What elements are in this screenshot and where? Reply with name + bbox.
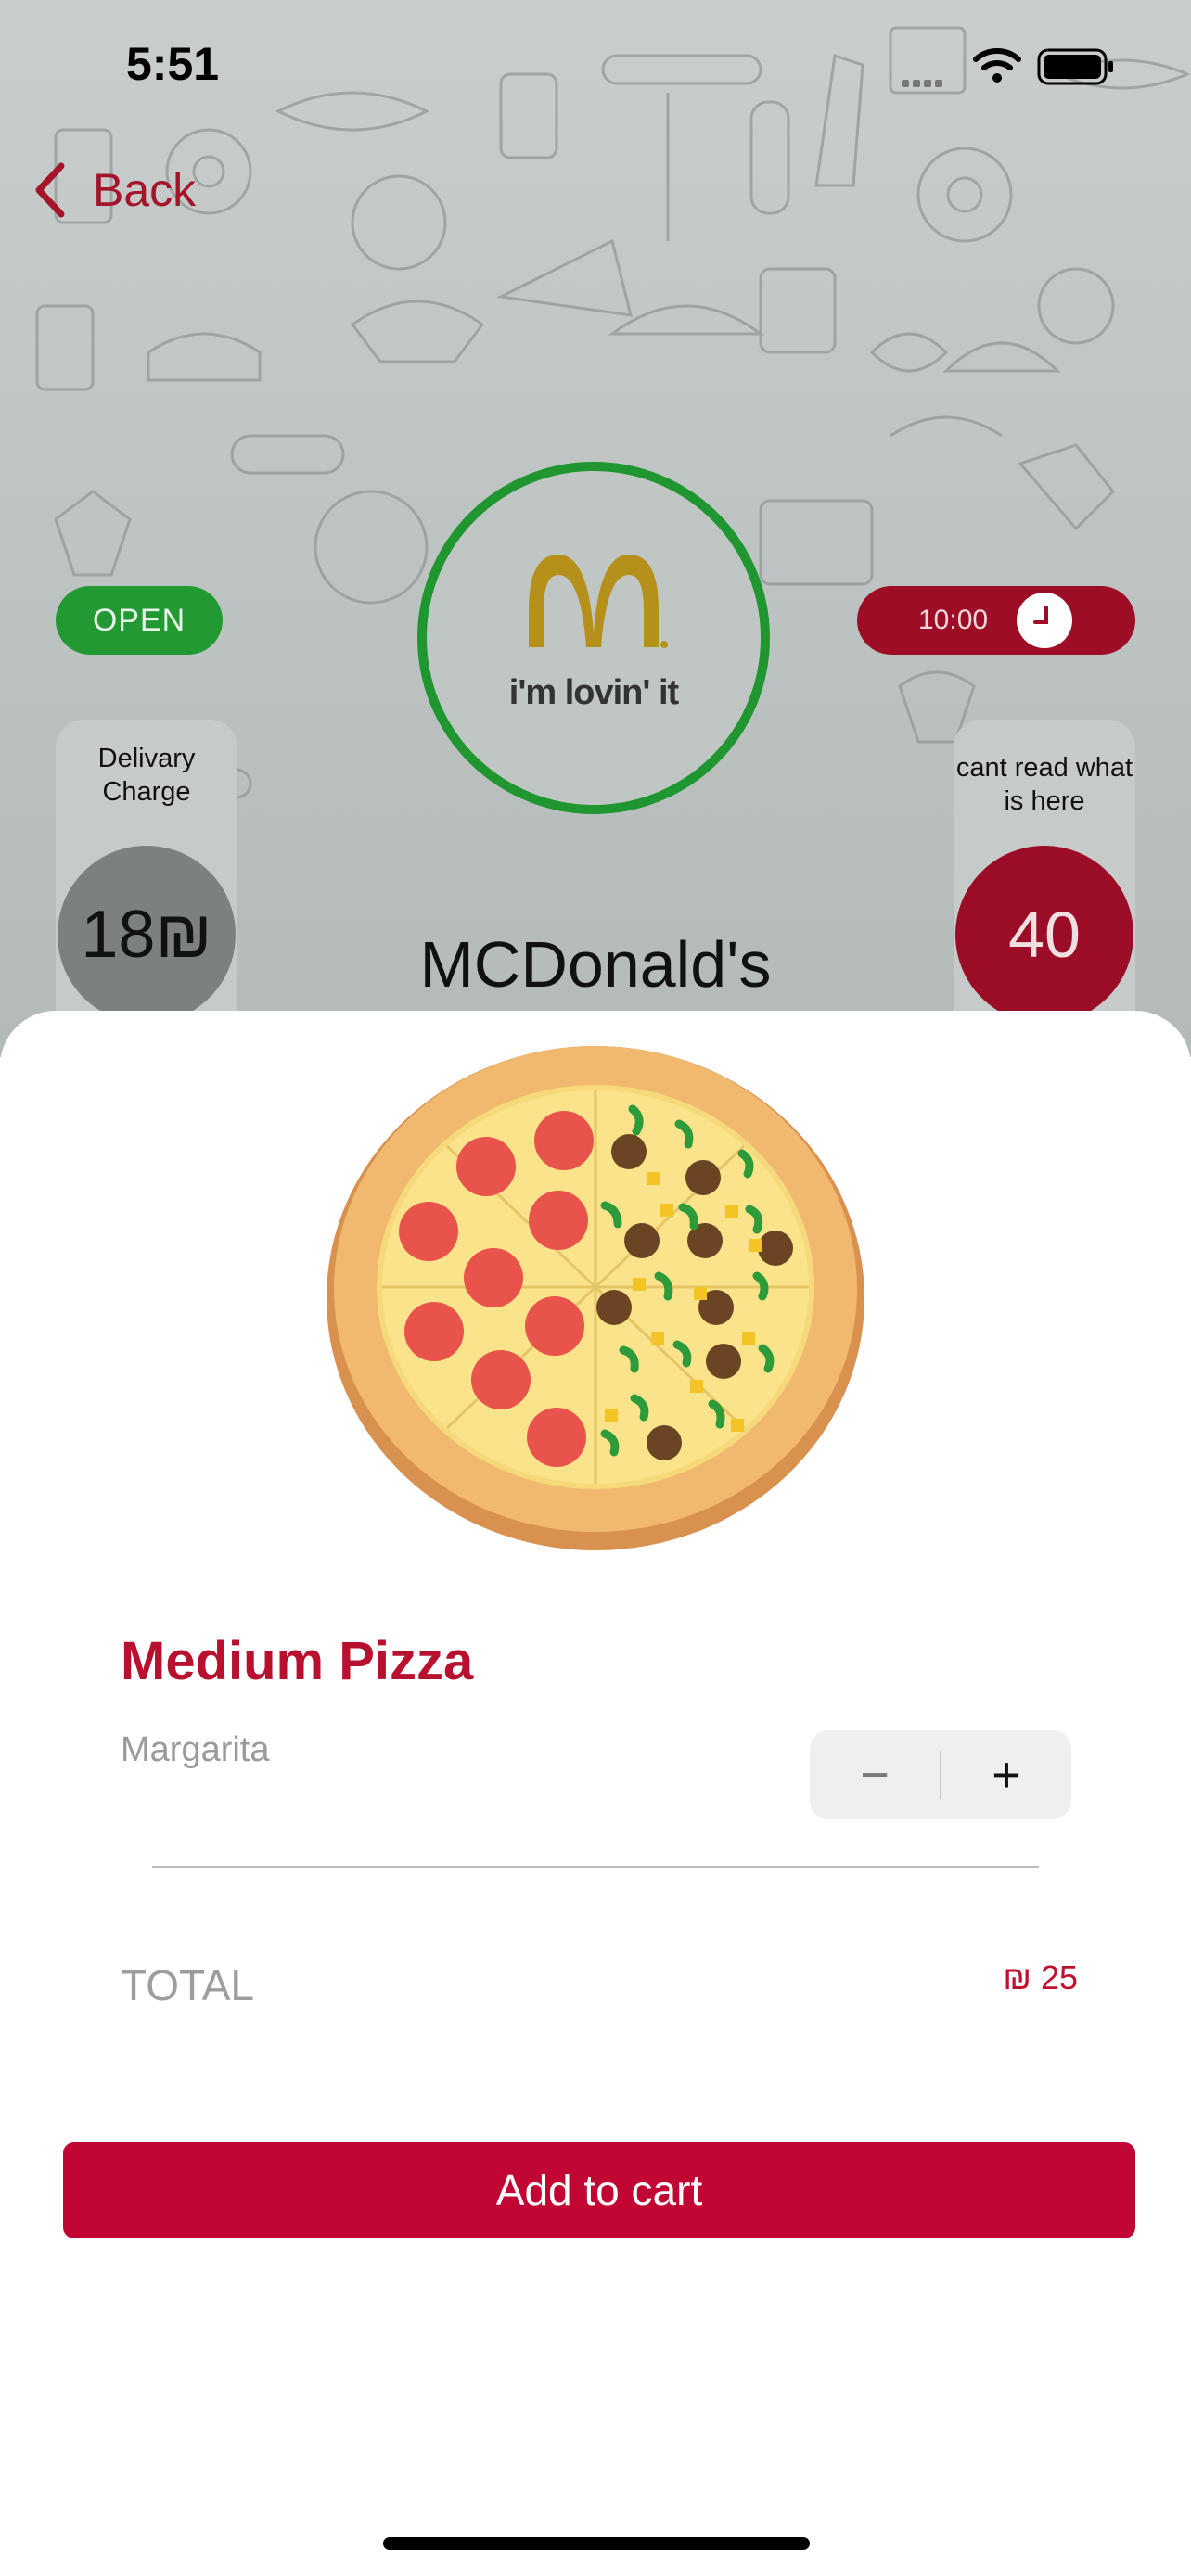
clock-icon (1017, 593, 1072, 648)
divider (152, 1866, 1039, 1868)
home-indicator (383, 2537, 810, 2550)
cellular-signal-icon (902, 67, 948, 92)
total-value: ₪ 25 (1003, 1958, 1078, 1996)
restaurant-name: MCDonald's (419, 928, 772, 1001)
info-card-right-value: 40 (1008, 899, 1081, 971)
restaurant-logo: i'm lovin' it (417, 462, 770, 814)
opening-hours-badge: 10:00 (857, 586, 1135, 655)
back-label: Back (93, 164, 197, 216)
info-card-right-label: cant read what is here (955, 753, 1133, 816)
delivery-charge-value: 18₪ (58, 846, 236, 1024)
add-to-cart-button[interactable]: Add to cart (63, 2142, 1135, 2238)
decrement-button[interactable]: − (810, 1730, 940, 1819)
pizza-image (327, 1035, 864, 1555)
chevron-left-icon (35, 162, 65, 218)
battery-icon (1037, 48, 1117, 90)
golden-arches-logo (529, 555, 668, 648)
status-time: 5:51 (126, 38, 220, 90)
opening-hours-text: 10:00 (918, 605, 989, 635)
quantity-stepper[interactable]: − + (810, 1730, 1071, 1819)
item-title: Medium Pizza (121, 1631, 474, 1691)
open-status-badge: OPEN (56, 586, 223, 655)
info-card-right-circle: 40 (955, 846, 1133, 1024)
item-subtitle: Margarita (121, 1730, 270, 1769)
increment-button[interactable]: + (941, 1730, 1071, 1819)
total-label: TOTAL (121, 1961, 254, 2009)
delivery-charge-amount: 18₪ (81, 898, 212, 972)
logo-tagline: i'm lovin' it (508, 673, 679, 712)
back-button[interactable]: Back (32, 158, 196, 223)
delivery-charge-label: Delivary Charge (97, 744, 196, 807)
wifi-icon (972, 45, 1022, 90)
